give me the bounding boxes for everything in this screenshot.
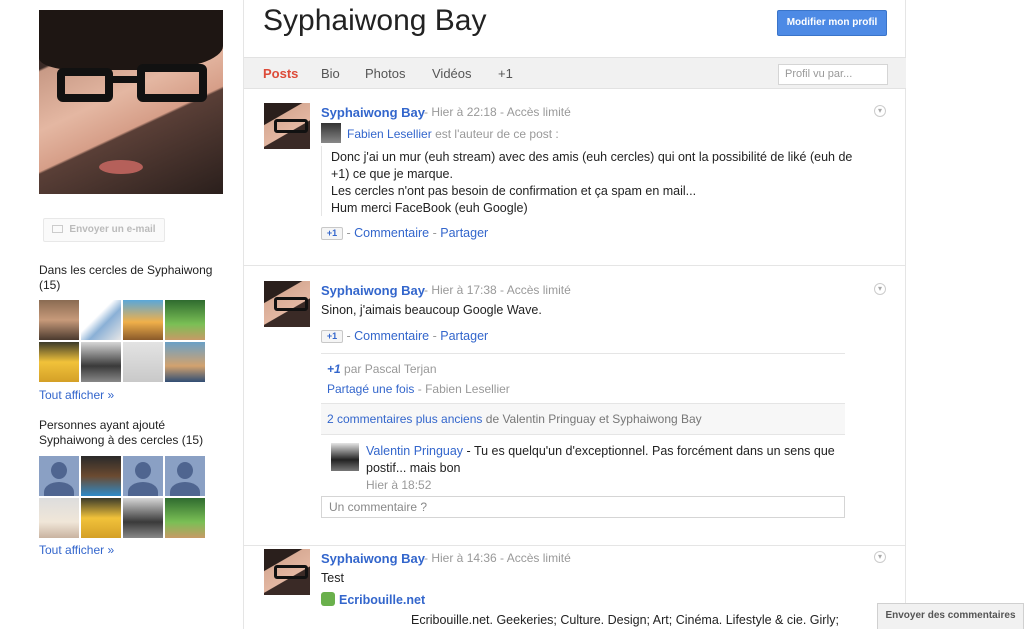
shared-once-link[interactable]: Partagé une fois [327, 382, 414, 396]
plus-ones-line: +1 par Pascal Terjan [327, 362, 437, 376]
post-time[interactable]: Hier à 17:38 [431, 283, 496, 297]
reshare-author[interactable]: Fabien Lesellier [347, 127, 432, 141]
reshare-line: Fabien Lesellier est l'auteur de ce post… [321, 123, 559, 143]
default-avatar[interactable] [165, 456, 205, 496]
comment-author[interactable]: Valentin Pringuay [366, 444, 463, 458]
tab-bio[interactable]: Bio [321, 66, 340, 81]
tab-videos[interactable]: Vidéos [432, 66, 472, 81]
plus-one-button[interactable]: +1 [321, 227, 343, 241]
circle-avatar[interactable] [165, 300, 205, 340]
circle-avatar[interactable] [39, 300, 79, 340]
comment-text-cont: postif... mais bon [366, 461, 461, 475]
post: Syphaiwong Bay - Hier à 14:36 - Accès li… [244, 546, 906, 629]
circle-avatar[interactable] [39, 342, 79, 382]
post-meta: - Hier à 22:18 - Accès limité [424, 105, 571, 119]
profile-sidebar: Envoyer un e-mail Dans les cercles de Sy… [0, 0, 244, 629]
post-author[interactable]: Syphaiwong Bay [321, 105, 425, 120]
tab-photos[interactable]: Photos [365, 66, 405, 81]
comment: Valentin Pringuay - Tu es quelqu'un d'ex… [366, 443, 836, 494]
comment-input[interactable]: Un commentaire ? [321, 496, 845, 518]
post: Syphaiwong Bay - Hier à 17:38 - Accès li… [244, 266, 906, 546]
post-line: Donc j'ai un mur (euh stream) avec des a… [331, 150, 853, 164]
circle-avatar[interactable] [123, 342, 163, 382]
profile-tabs: Posts Bio Photos Vidéos +1 Profil vu par… [244, 57, 906, 89]
divider [321, 353, 845, 354]
circle-avatar[interactable] [123, 498, 163, 538]
reshare-suffix: est l'auteur de ce post : [435, 127, 559, 141]
profile-view-as-input[interactable]: Profil vu par... [778, 64, 888, 85]
circle-avatar[interactable] [165, 342, 205, 382]
post-access[interactable]: Accès limité [507, 551, 571, 565]
plus-one-by[interactable]: par Pascal Terjan [344, 362, 437, 376]
post-line: Hum merci FaceBook (euh Google) [331, 201, 528, 215]
link-preview-title[interactable]: Ecribouille.net [321, 592, 425, 607]
author-avatar[interactable] [264, 549, 310, 595]
chevron-down-icon[interactable]: ▾ [874, 551, 886, 563]
post-body: Donc j'ai un mur (euh stream) avec des a… [331, 149, 852, 217]
comment-link[interactable]: Commentaire [354, 226, 429, 240]
post-author[interactable]: Syphaiwong Bay [321, 551, 425, 566]
share-link[interactable]: Partager [440, 329, 488, 343]
shared-line: Partagé une fois - Fabien Lesellier [327, 382, 510, 396]
in-circles-title: Dans les cercles de Syphaiwong (15) [39, 263, 213, 292]
site-favicon-icon [321, 592, 335, 606]
page-title: Syphaiwong Bay [263, 4, 487, 37]
edit-profile-button[interactable]: Modifier mon profil [777, 10, 887, 36]
comment-time[interactable]: Hier à 18:52 [366, 478, 431, 492]
envelope-icon [52, 225, 64, 233]
older-comments-authors: de Valentin Pringuay et Syphaiwong Bay [485, 412, 702, 426]
post-access[interactable]: Accès limité [507, 105, 571, 119]
circle-avatar[interactable] [165, 498, 205, 538]
post-body: Test [321, 571, 344, 585]
send-email-button[interactable]: Envoyer un e-mail [43, 218, 165, 242]
tab-posts[interactable]: Posts [263, 66, 298, 81]
post-body: Sinon, j'aimais beaucoup Google Wave. [321, 303, 542, 317]
default-avatar[interactable] [123, 456, 163, 496]
comment-text: - Tu es quelqu'un d'exceptionnel. Pas fo… [466, 444, 835, 458]
post-line: Les cercles n'ont pas besoin de confirma… [331, 184, 697, 198]
author-avatar[interactable] [264, 103, 310, 149]
circle-avatar[interactable] [81, 342, 121, 382]
commenter-avatar[interactable] [331, 443, 359, 471]
older-comments-link[interactable]: 2 commentaires plus anciens [327, 412, 482, 426]
circle-avatar[interactable] [81, 300, 121, 340]
link-preview-desc: Ecribouille.net. Geekeries; Culture. Des… [411, 613, 839, 627]
reshare-avatar[interactable] [321, 123, 341, 143]
send-feedback-button[interactable]: Envoyer des commentaires [877, 603, 1024, 629]
comment-link[interactable]: Commentaire [354, 329, 429, 343]
shared-by: - Fabien Lesellier [417, 382, 510, 396]
show-all-circles-link[interactable]: Tout afficher » [39, 388, 114, 402]
show-all-added-link[interactable]: Tout afficher » [39, 543, 114, 557]
circle-avatar[interactable] [81, 498, 121, 538]
post: Syphaiwong Bay - Hier à 22:18 - Accès li… [244, 90, 906, 266]
chevron-down-icon[interactable]: ▾ [874, 283, 886, 295]
circle-avatar[interactable] [81, 456, 121, 496]
share-link[interactable]: Partager [440, 226, 488, 240]
added-to-circles-title: Personnes ayant ajouté Syphaiwong à des … [39, 418, 204, 447]
profile-photo[interactable] [39, 10, 223, 194]
post-actions: +1 - Commentaire - Partager [321, 329, 488, 344]
post-time[interactable]: Hier à 22:18 [431, 105, 496, 119]
send-email-label: Envoyer un e-mail [69, 224, 156, 235]
default-avatar[interactable] [39, 456, 79, 496]
older-comments-bar: 2 commentaires plus anciens de Valentin … [321, 403, 845, 435]
circle-avatar[interactable] [39, 498, 79, 538]
post-line: +1) ce que je marque. [331, 167, 453, 181]
circle-avatar[interactable] [123, 300, 163, 340]
post-access[interactable]: Accès limité [507, 283, 571, 297]
chevron-down-icon[interactable]: ▾ [874, 105, 886, 117]
plus-one-label: +1 [327, 362, 341, 376]
plus-one-button[interactable]: +1 [321, 330, 343, 344]
post-actions: +1 - Commentaire - Partager [321, 226, 488, 241]
tab-plus-one[interactable]: +1 [498, 66, 513, 81]
post-time[interactable]: Hier à 14:36 [431, 551, 496, 565]
link-title-text[interactable]: Ecribouille.net [339, 593, 425, 607]
post-author[interactable]: Syphaiwong Bay [321, 283, 425, 298]
post-meta: - Hier à 17:38 - Accès limité [424, 283, 571, 297]
post-meta: - Hier à 14:36 - Accès limité [424, 551, 571, 565]
author-avatar[interactable] [264, 281, 310, 327]
